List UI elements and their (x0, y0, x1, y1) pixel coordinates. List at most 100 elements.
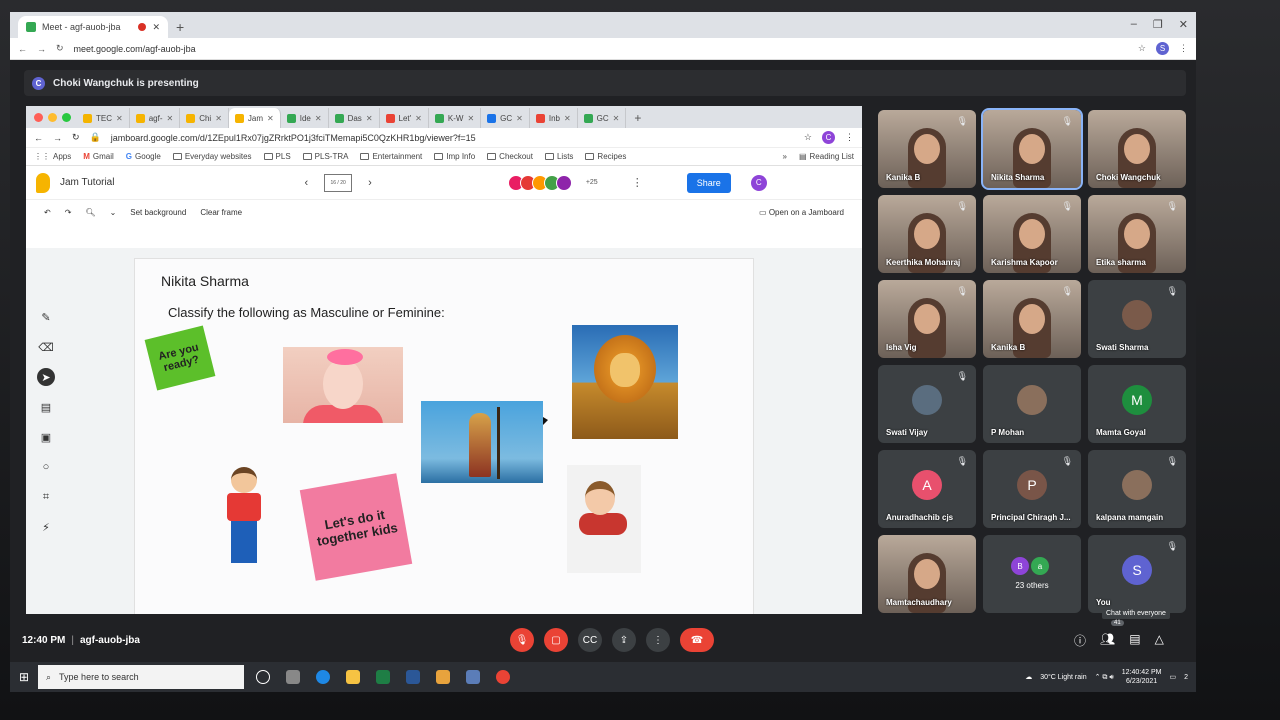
meeting-details-icon[interactable]: ⓘ (1074, 632, 1086, 649)
taskbar-search[interactable]: ⌕ Type here to search (38, 665, 244, 689)
close-tab-icon[interactable]: ✕ (167, 114, 174, 123)
notifications-icon[interactable]: ▭ (1169, 673, 1176, 681)
text-box-icon[interactable]: ⌗ (37, 488, 55, 506)
mic-off-button[interactable]: 🎙︎ (510, 628, 534, 652)
reading-list[interactable]: ▤ Reading List (799, 152, 854, 161)
inner-tab[interactable]: Das ✕ (329, 108, 380, 128)
meet-tab[interactable]: Meet - agf-auob-jba ✕ (18, 16, 168, 38)
profile-avatar[interactable]: S (1156, 42, 1169, 55)
next-frame-icon[interactable]: › (368, 177, 372, 189)
share-button[interactable]: Share (686, 172, 731, 193)
inner-reload-icon[interactable]: ↻ (72, 132, 80, 143)
bookmark-item[interactable]: PLS (263, 152, 291, 161)
back-icon[interactable]: ← (18, 44, 27, 54)
present-button[interactable]: ⇪ (612, 628, 636, 652)
jam-frame[interactable]: Nikita Sharma Classify the following as … (134, 258, 754, 614)
set-background-button[interactable]: Set background (130, 208, 186, 217)
close-tab-icon[interactable]: ✕ (415, 114, 422, 123)
inner-menu-icon[interactable]: ⋮ (845, 132, 854, 143)
participant-tile[interactable]: kalpana mamgain 🎙︎ (1088, 450, 1186, 528)
bookmark-item[interactable]: G Google (126, 152, 161, 161)
open-on-jamboard-button[interactable]: ▭ Open on a Jamboard (759, 208, 844, 217)
select-icon[interactable]: ➤ (37, 368, 55, 386)
participant-tile[interactable]: Kanika B 🎙︎ (983, 280, 1081, 358)
sticky-note-green[interactable]: Are you ready? (144, 325, 216, 391)
inner-url[interactable]: jamboard.google.com/d/1ZEpul1Rx07jgZRrkt… (111, 133, 794, 143)
leave-call-button[interactable]: ☎︎ (680, 628, 714, 652)
close-tab-icon[interactable]: ✕ (116, 114, 123, 123)
participant-tile[interactable]: Kanika B 🎙︎ (878, 110, 976, 188)
close-tab-icon[interactable]: ✕ (215, 114, 222, 123)
close-window-button[interactable]: ✕ (1179, 18, 1188, 31)
tray-icons[interactable]: ⌃ ⧉ 🔊︎ (1095, 673, 1114, 682)
meeting-code[interactable]: agf-auob-jba (80, 635, 140, 646)
sticky-note-icon[interactable]: ▤ (37, 398, 55, 416)
more-options-button[interactable]: ⋮ (646, 628, 670, 652)
jam-user-avatar[interactable]: C (750, 174, 767, 191)
word-icon[interactable] (406, 670, 420, 684)
zoom-dropdown-icon[interactable]: ⌄ (110, 208, 117, 217)
inner-new-tab-button[interactable]: + (634, 111, 641, 125)
captions-button[interactable]: CC (578, 628, 602, 652)
close-tab-icon[interactable]: ✕ (366, 114, 373, 123)
jam-title[interactable]: Jam Tutorial (60, 177, 114, 188)
bookmark-item[interactable]: Checkout (487, 152, 533, 161)
baby-boy-image[interactable] (567, 465, 641, 573)
participant-tile[interactable]: Ba 23 others (983, 535, 1081, 613)
participant-tile[interactable]: Choki Wangchuk (1088, 110, 1186, 188)
chat-icon[interactable]: ▤ (1129, 632, 1140, 649)
file-explorer-icon[interactable] (346, 670, 360, 684)
inner-tab[interactable]: Chi ✕ (180, 108, 229, 128)
bookmark-item[interactable]: ⋮⋮ Apps (34, 152, 71, 161)
inner-tab[interactable]: TEC ✕ (77, 108, 130, 128)
collaborator-avatar[interactable] (555, 174, 572, 191)
image-icon[interactable]: ▣ (37, 428, 55, 446)
forward-icon[interactable]: → (37, 44, 46, 54)
bookmark-item[interactable]: Lists (544, 152, 573, 161)
pen-icon[interactable]: ✎ (37, 308, 55, 326)
participant-tile[interactable]: P Principal Chiragh J... 🎙︎ (983, 450, 1081, 528)
laser-icon[interactable]: ⚡︎ (37, 518, 55, 536)
chrome-icon[interactable] (496, 670, 510, 684)
cartoon-boy-image[interactable] (223, 467, 263, 567)
collaborator-avatars[interactable] (507, 174, 572, 191)
participant-tile[interactable]: P Mohan (983, 365, 1081, 443)
frame-author[interactable]: Nikita Sharma (161, 273, 249, 289)
inner-back-icon[interactable]: ← (34, 133, 43, 143)
redo-icon[interactable]: ↷ (65, 208, 72, 217)
frame-indicator[interactable]: 16 / 20 (324, 173, 353, 192)
cortana-icon[interactable] (256, 670, 270, 684)
baby-girl-image[interactable] (283, 347, 403, 423)
weather-text[interactable]: 30°C Light rain (1040, 674, 1086, 681)
bookmark-item[interactable]: PLS-TRA (302, 152, 348, 161)
camera-icon[interactable] (466, 670, 480, 684)
close-tab-icon[interactable]: ✕ (267, 114, 274, 123)
inner-tab[interactable]: Let' ✕ (380, 108, 429, 128)
outer-url[interactable]: meet.google.com/agf-auob-jba (74, 44, 1128, 54)
inner-tab[interactable]: agf- ✕ (130, 108, 181, 128)
sticky-note-pink[interactable]: Let's do it together kids (299, 473, 413, 581)
reload-icon[interactable]: ↻ (56, 43, 64, 54)
participant-tile[interactable]: Keerthika Mohanraj 🎙︎ (878, 195, 976, 273)
bookmark-item[interactable]: Imp Info (434, 152, 475, 161)
close-tab-icon[interactable]: ✕ (315, 114, 322, 123)
bookmark-item[interactable]: Recipes (585, 152, 626, 161)
bookmark-item[interactable]: M Gmail (83, 152, 114, 161)
inner-tab[interactable]: K-W ✕ (429, 108, 482, 128)
inner-tab[interactable]: Jam ✕ (228, 108, 281, 128)
star-icon[interactable]: ☆ (1138, 43, 1146, 54)
prev-frame-icon[interactable]: ‹ (304, 177, 308, 189)
bookmark-item[interactable]: Everyday websites (172, 152, 252, 161)
inner-tab[interactable]: Inb ✕ (530, 108, 578, 128)
camera-off-button[interactable]: ▢ (544, 628, 568, 652)
inner-profile-avatar[interactable]: C (822, 131, 835, 144)
more-icon[interactable]: ⋮ (632, 176, 643, 189)
participant-tile[interactable]: Swati Sharma 🎙︎ (1088, 280, 1186, 358)
inner-tab[interactable]: GC ✕ (578, 108, 627, 128)
frame-task[interactable]: Classify the following as Masculine or F… (168, 305, 445, 320)
menu-icon[interactable]: ⋮ (1179, 43, 1188, 54)
lion-image[interactable] (572, 325, 678, 439)
circle-icon[interactable]: ○ (37, 458, 55, 476)
task-view-icon[interactable] (286, 670, 300, 684)
bookmark-item[interactable]: Entertainment (360, 152, 422, 161)
